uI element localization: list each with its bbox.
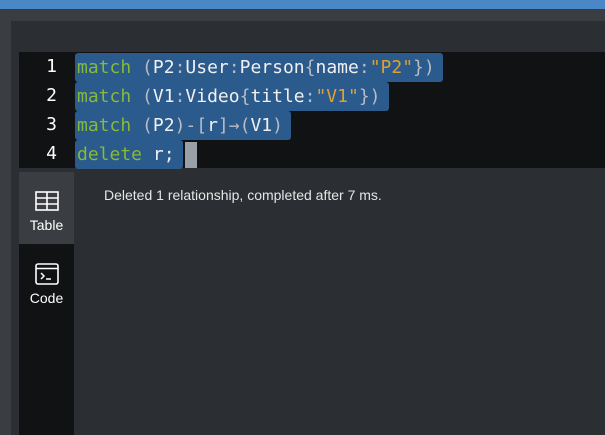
result-message: Deleted 1 relationship, completed after … [104,187,382,203]
code-line[interactable]: match (V1:Video{title:"V1"}) [75,82,389,111]
code-token: Person [239,57,305,78]
code-token: name [315,57,359,78]
table-view-label: Table [29,217,64,233]
code-token: ]→( [217,115,251,136]
code-token: match [77,86,132,107]
code-token: : [174,57,186,78]
line-number: 2 [46,85,57,106]
code-token: User [185,57,229,78]
code-token: { [239,86,251,107]
selection-highlight: match (V1:Video{title:"V1"}) [75,82,389,111]
selection-highlight: delete r; [75,140,183,169]
selection-highlight: match (P2:User:Person{name:"P2"}) [75,53,443,82]
code-token: ( [131,57,153,78]
code-token: ) [272,115,283,136]
code-token: r; [152,144,175,165]
code-token: "P2" [369,57,414,78]
code-token: V1 [152,86,175,107]
left-edge [0,21,11,435]
code-token: P2 [152,115,175,136]
cursor-caret [184,142,197,168]
code-line[interactable]: match (P2)-[r]→(V1) [75,111,291,140]
code-token: r [207,115,218,136]
code-token: { [304,57,316,78]
code-token: delete [77,144,143,165]
code-token: title [250,86,305,107]
result-view-sidebar: Table Code [19,172,74,435]
code-token: }) [358,86,381,107]
selection-highlight: match (P2)-[r]→(V1) [75,111,291,140]
line-number: 3 [46,114,57,135]
code-line[interactable]: match (P2:User:Person{name:"P2"}) [75,53,443,82]
code-line[interactable]: delete r; [75,140,197,169]
code-view-button[interactable]: Code [19,244,74,316]
table-view-button[interactable]: Table [19,172,74,244]
terminal-icon [35,263,59,285]
code-view-label: Code [29,290,64,306]
code-token: match [77,115,132,136]
code-token: : [304,86,316,107]
code-token: ( [131,86,153,107]
code-token: match [77,57,132,78]
code-token: Video [185,86,240,107]
line-number: 1 [46,56,57,77]
code-token: )-[ [174,115,208,136]
code-token: : [358,57,370,78]
code-token: }) [413,57,435,78]
code-token: : [174,86,186,107]
top-strip [0,9,605,21]
code-token: ( [131,115,153,136]
line-number: 4 [46,143,57,164]
code-token: : [228,57,240,78]
code-token: P2 [152,57,175,78]
line-gutter: 1 2 3 4 [19,52,75,168]
top-accent-bar [0,0,605,9]
code-token: "V1" [315,86,359,107]
code-token: V1 [250,115,273,136]
table-icon [35,191,59,211]
